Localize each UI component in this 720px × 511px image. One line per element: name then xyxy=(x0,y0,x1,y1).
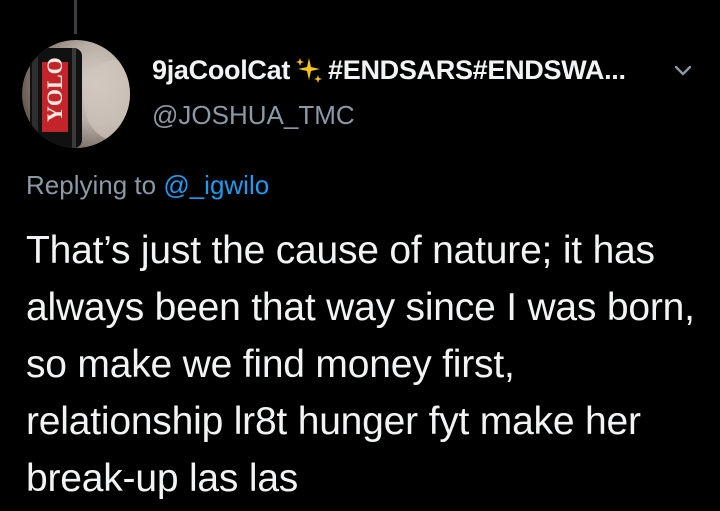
avatar-image: YOLO xyxy=(30,48,130,148)
sparkles-icon xyxy=(294,55,324,85)
reply-mention-link[interactable]: @_igwilo xyxy=(163,170,269,200)
thread-connector-line xyxy=(74,0,77,34)
avatar-caption: YOLO xyxy=(42,57,67,122)
replying-to: Replying to @_igwilo xyxy=(26,170,269,201)
chevron-down-icon[interactable] xyxy=(670,57,696,83)
author-name-row[interactable]: 9jaCoolCat #ENDSARS#ENDSWA... xyxy=(152,52,696,88)
author-display-tags[interactable]: #ENDSARS#ENDSWA... xyxy=(328,55,626,86)
replying-to-label: Replying to xyxy=(26,170,157,200)
tweet-body-text: That’s just the cause of nature; it has … xyxy=(26,229,695,500)
tweet-header: 9jaCoolCat #ENDSARS#ENDSWA... @JOSHUA_TM… xyxy=(152,52,696,131)
author-display-name[interactable]: 9jaCoolCat xyxy=(152,55,290,86)
author-handle[interactable]: @JOSHUA_TMC xyxy=(152,100,696,131)
avatar[interactable]: YOLO xyxy=(22,40,130,148)
